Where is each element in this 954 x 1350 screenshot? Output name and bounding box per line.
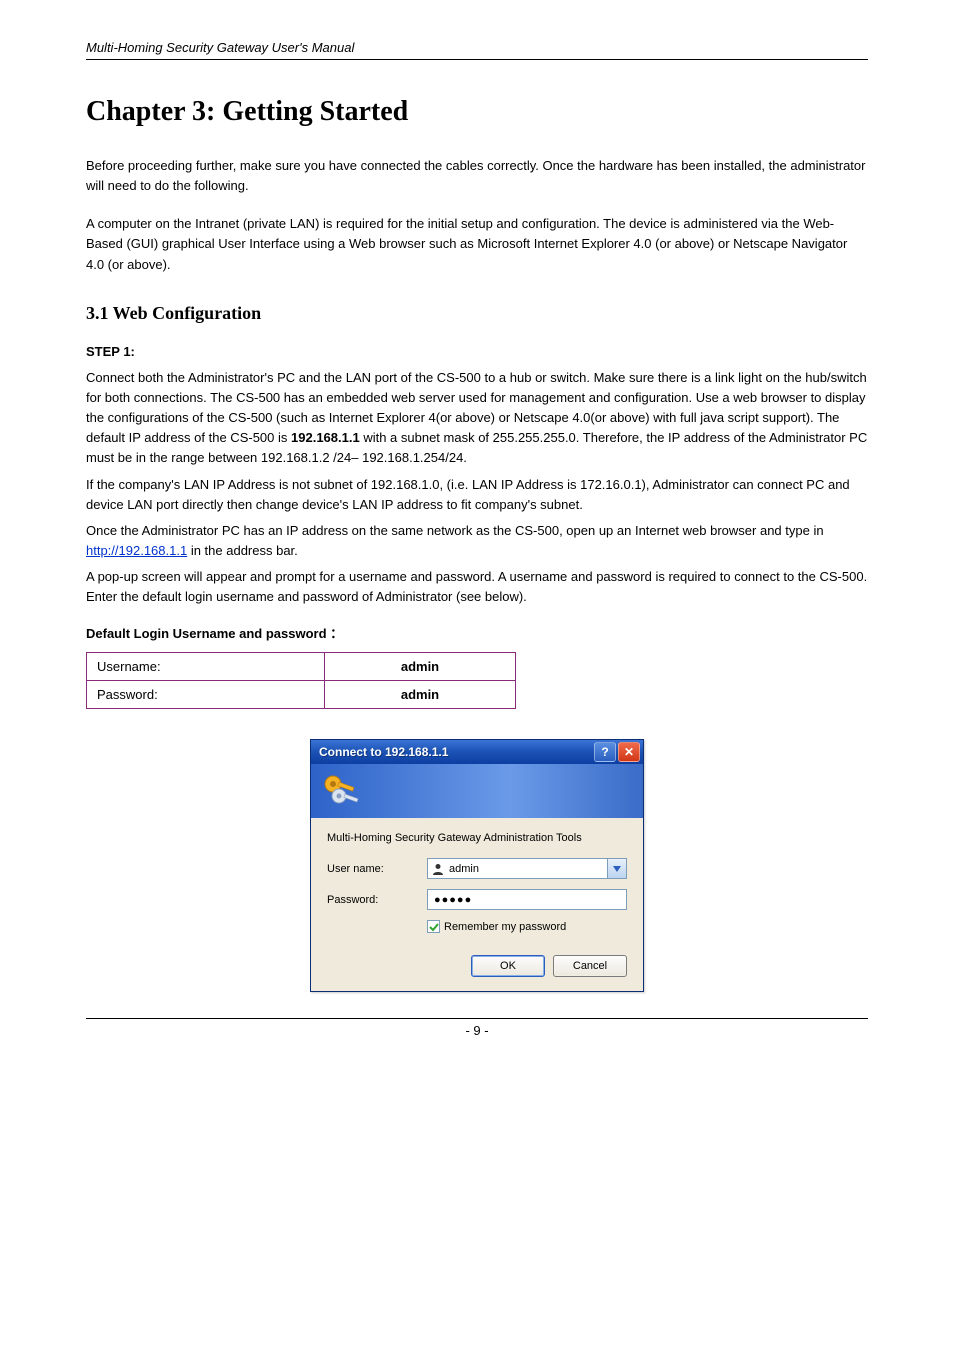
password-label-cell: Password: xyxy=(87,681,325,709)
intro-paragraph-2: A computer on the Intranet (private LAN)… xyxy=(86,214,868,274)
password-mask: ●●●●● xyxy=(434,894,472,906)
dialog-titlebar: Connect to 192.168.1.1 ? ✕ xyxy=(311,740,643,764)
footer-rule xyxy=(86,1018,868,1019)
table-row: Username: admin xyxy=(87,653,516,681)
ok-button[interactable]: OK xyxy=(471,955,545,977)
close-icon: ✕ xyxy=(624,745,634,759)
header-left: Multi-Homing Security Gateway User's Man… xyxy=(86,40,354,55)
section-title: 3.1 Web Configuration xyxy=(86,303,868,324)
username-value-cell: admin xyxy=(325,653,516,681)
keys-icon xyxy=(319,768,365,814)
step1-sub1: If the company's LAN IP Address is not s… xyxy=(86,475,868,515)
remember-label: Remember my password xyxy=(444,921,566,933)
password-label: Password: xyxy=(327,894,427,906)
step1-sub3: A pop-up screen will appear and prompt f… xyxy=(86,567,868,607)
cancel-button[interactable]: Cancel xyxy=(553,955,627,977)
auth-dialog: Connect to 192.168.1.1 ? ✕ xyxy=(310,739,644,992)
dialog-body: Multi-Homing Security Gateway Administra… xyxy=(311,818,643,991)
username-value: admin xyxy=(449,863,607,875)
username-dropdown-button[interactable] xyxy=(607,859,626,878)
username-label-cell: Username: xyxy=(87,653,325,681)
chapter-title: Chapter 3: Getting Started xyxy=(86,96,868,128)
chevron-down-icon xyxy=(613,866,621,872)
user-icon xyxy=(431,862,445,876)
password-field[interactable]: ●●●●● xyxy=(427,889,627,910)
step1-ip: 192.168.1.1 xyxy=(291,430,360,445)
step1-sub2: Once the Administrator PC has an IP addr… xyxy=(86,521,868,561)
username-label: User name: xyxy=(327,863,427,875)
dialog-realm: Multi-Homing Security Gateway Administra… xyxy=(327,832,627,844)
remember-checkbox[interactable] xyxy=(427,920,440,933)
check-icon xyxy=(429,922,439,932)
page-number: - 9 - xyxy=(86,1023,868,1038)
step1-sub2a: Once the Administrator PC has an IP addr… xyxy=(86,523,824,538)
password-value-cell: admin xyxy=(325,681,516,709)
page-header: Multi-Homing Security Gateway User's Man… xyxy=(86,40,868,55)
help-icon: ? xyxy=(601,745,608,759)
cred-label: Default Login Username and password ： xyxy=(86,623,868,642)
help-button[interactable]: ? xyxy=(594,742,616,762)
step1-label: STEP 1: xyxy=(86,344,135,359)
intro-paragraph-1: Before proceeding further, make sure you… xyxy=(86,156,868,196)
close-button[interactable]: ✕ xyxy=(618,742,640,762)
step1: STEP 1: xyxy=(86,342,868,362)
dialog-banner xyxy=(311,764,643,818)
header-rule xyxy=(86,59,868,60)
username-field[interactable]: admin xyxy=(427,858,627,879)
credential-table: Username: admin Password: admin xyxy=(86,652,516,709)
default-ip-link[interactable]: http://192.168.1.1 xyxy=(86,543,187,558)
dialog-title: Connect to 192.168.1.1 xyxy=(319,745,448,759)
step1-sub2b: in the address bar. xyxy=(187,543,298,558)
step1-text: Connect both the Administrator's PC and … xyxy=(86,368,868,469)
table-row: Password: admin xyxy=(87,681,516,709)
